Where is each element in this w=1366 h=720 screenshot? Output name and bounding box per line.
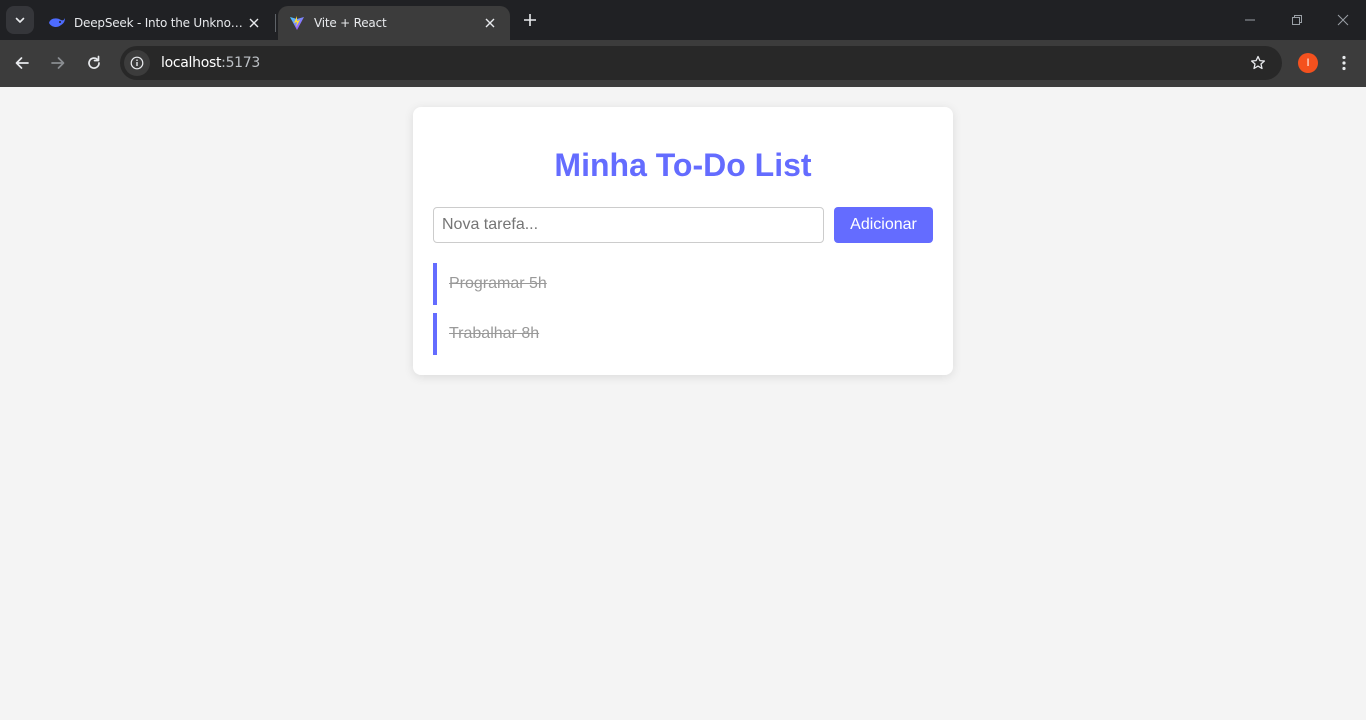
- tab-title: Vite + React: [314, 16, 387, 30]
- tab-search-button[interactable]: [6, 6, 34, 34]
- restore-icon: [1292, 15, 1302, 25]
- chevron-down-icon: [15, 17, 25, 23]
- address-bar[interactable]: localhost:5173: [120, 46, 1282, 80]
- todo-item[interactable]: Trabalhar 8h: [433, 313, 933, 355]
- close-tab-icon[interactable]: [244, 13, 264, 33]
- kebab-menu-icon: [1342, 55, 1346, 71]
- close-window-button[interactable]: [1331, 8, 1355, 32]
- minimize-icon: [1245, 19, 1255, 21]
- bookmark-star-button[interactable]: [1246, 51, 1270, 75]
- star-icon: [1250, 55, 1266, 70]
- url-host: localhost: [161, 55, 222, 71]
- reload-icon: [88, 55, 100, 69]
- minimize-button[interactable]: [1238, 8, 1262, 32]
- site-info-button[interactable]: [124, 50, 150, 76]
- todo-list: Programar 5h Trabalhar 8h: [433, 263, 933, 363]
- tab-separator: [275, 14, 276, 32]
- todo-card: Minha To-Do List Adicionar Programar 5h …: [413, 107, 953, 375]
- tab-title: DeepSeek - Into the Unknown: [74, 16, 244, 30]
- forward-button[interactable]: [44, 49, 72, 77]
- todo-item[interactable]: Programar 5h: [433, 263, 933, 305]
- url-port: :5173: [221, 55, 261, 71]
- todo-text: Trabalhar 8h: [449, 325, 540, 342]
- deepseek-whale-icon: [48, 14, 66, 32]
- tab-vite-react[interactable]: Vite + React: [278, 6, 510, 40]
- back-button[interactable]: [8, 49, 36, 77]
- todo-text: Programar 5h: [449, 275, 547, 292]
- arrow-right-icon: [51, 57, 65, 69]
- arrow-left-icon: [15, 57, 29, 69]
- info-icon: [130, 56, 144, 70]
- close-tab-icon[interactable]: [480, 13, 500, 33]
- vite-logo-icon: [288, 14, 306, 32]
- browser-tabstrip: DeepSeek - Into the Unknown Vite + React: [0, 0, 1366, 40]
- plus-icon: [524, 14, 536, 26]
- tab-deepseek[interactable]: DeepSeek - Into the Unknown: [38, 6, 274, 40]
- profile-avatar[interactable]: I: [1298, 53, 1318, 73]
- browser-menu-button[interactable]: [1332, 51, 1356, 75]
- page-title: Minha To-Do List: [554, 147, 812, 183]
- browser-toolbar: localhost:5173 I: [0, 40, 1366, 87]
- new-tab-button[interactable]: [518, 8, 542, 32]
- add-task-button[interactable]: Adicionar: [834, 207, 933, 243]
- restore-button[interactable]: [1285, 8, 1309, 32]
- new-task-input[interactable]: [433, 207, 824, 243]
- url-text: localhost:5173: [161, 55, 260, 71]
- reload-button[interactable]: [80, 49, 108, 77]
- close-icon: [1337, 14, 1349, 26]
